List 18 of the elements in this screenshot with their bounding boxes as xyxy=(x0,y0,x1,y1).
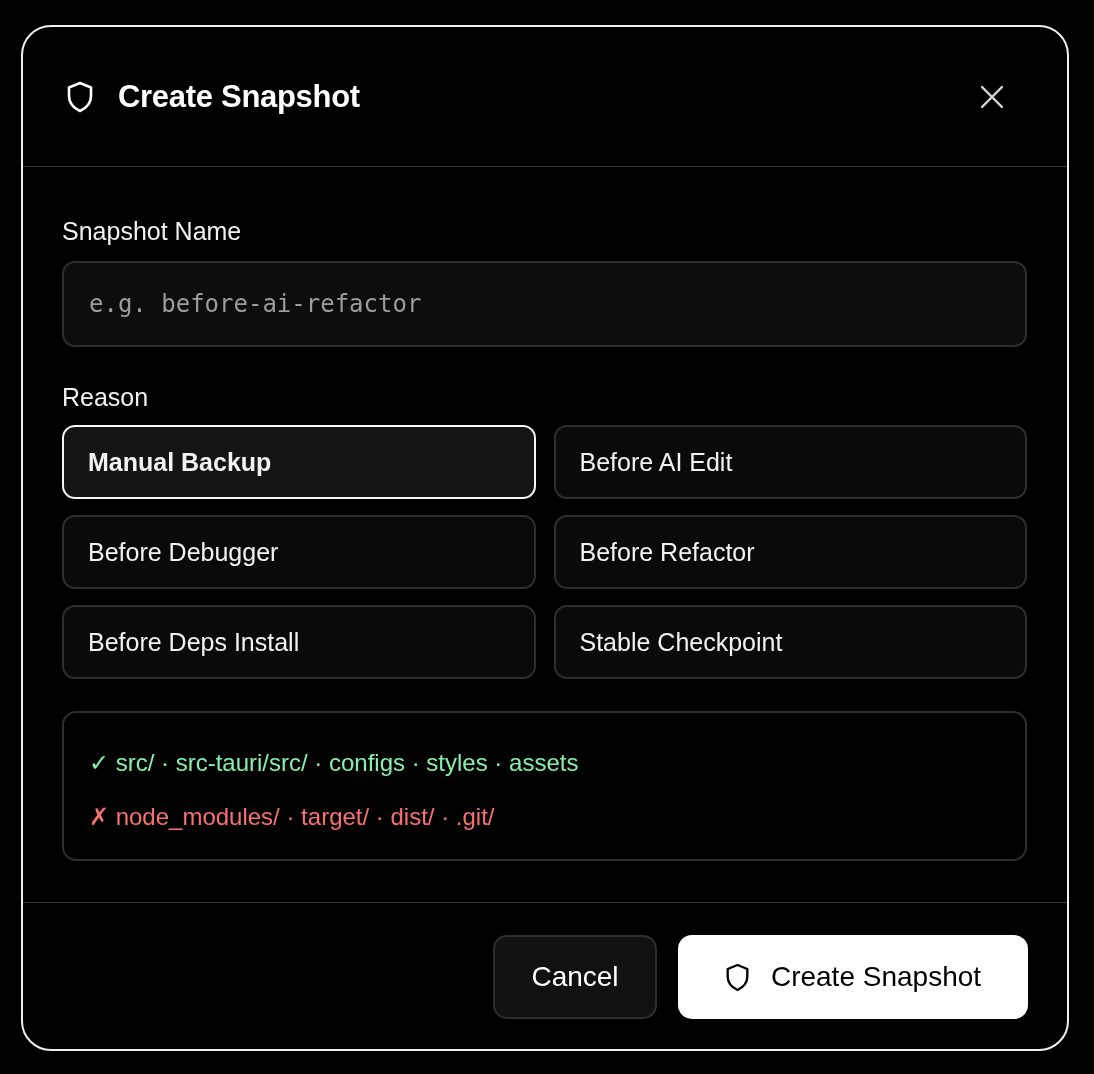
create-snapshot-button[interactable]: Create Snapshot xyxy=(678,935,1028,1019)
close-button[interactable] xyxy=(981,85,1003,108)
field-label: Reason xyxy=(62,382,149,413)
cancel-button[interactable]: Cancel xyxy=(493,935,657,1019)
reason-option[interactable]: Before Deps Install xyxy=(62,605,536,679)
snapshot-name-input[interactable]: e.g. before-ai-refactor xyxy=(62,261,1027,347)
close-icon xyxy=(981,85,1003,108)
reason-option[interactable]: Before Refactor xyxy=(553,515,1027,589)
field-label: Snapshot Name xyxy=(62,216,242,247)
shield-icon xyxy=(724,962,750,992)
reason-option[interactable]: Manual Backup xyxy=(62,425,536,499)
reason-option[interactable]: Before Debugger xyxy=(62,515,536,589)
reason-option[interactable]: Before AI Edit xyxy=(553,425,1027,499)
reason-option[interactable]: Stable Checkpoint xyxy=(553,605,1027,679)
included-paths-text: ✓ src/ · src-tauri/src/ · configs · styles · assets xyxy=(89,748,579,778)
dialog-title: Create Snapshot xyxy=(118,78,360,115)
shield-icon xyxy=(66,80,94,113)
excluded-paths-text: ✗ node_modules/ · target/ · dist/ · .git/ xyxy=(89,802,495,832)
